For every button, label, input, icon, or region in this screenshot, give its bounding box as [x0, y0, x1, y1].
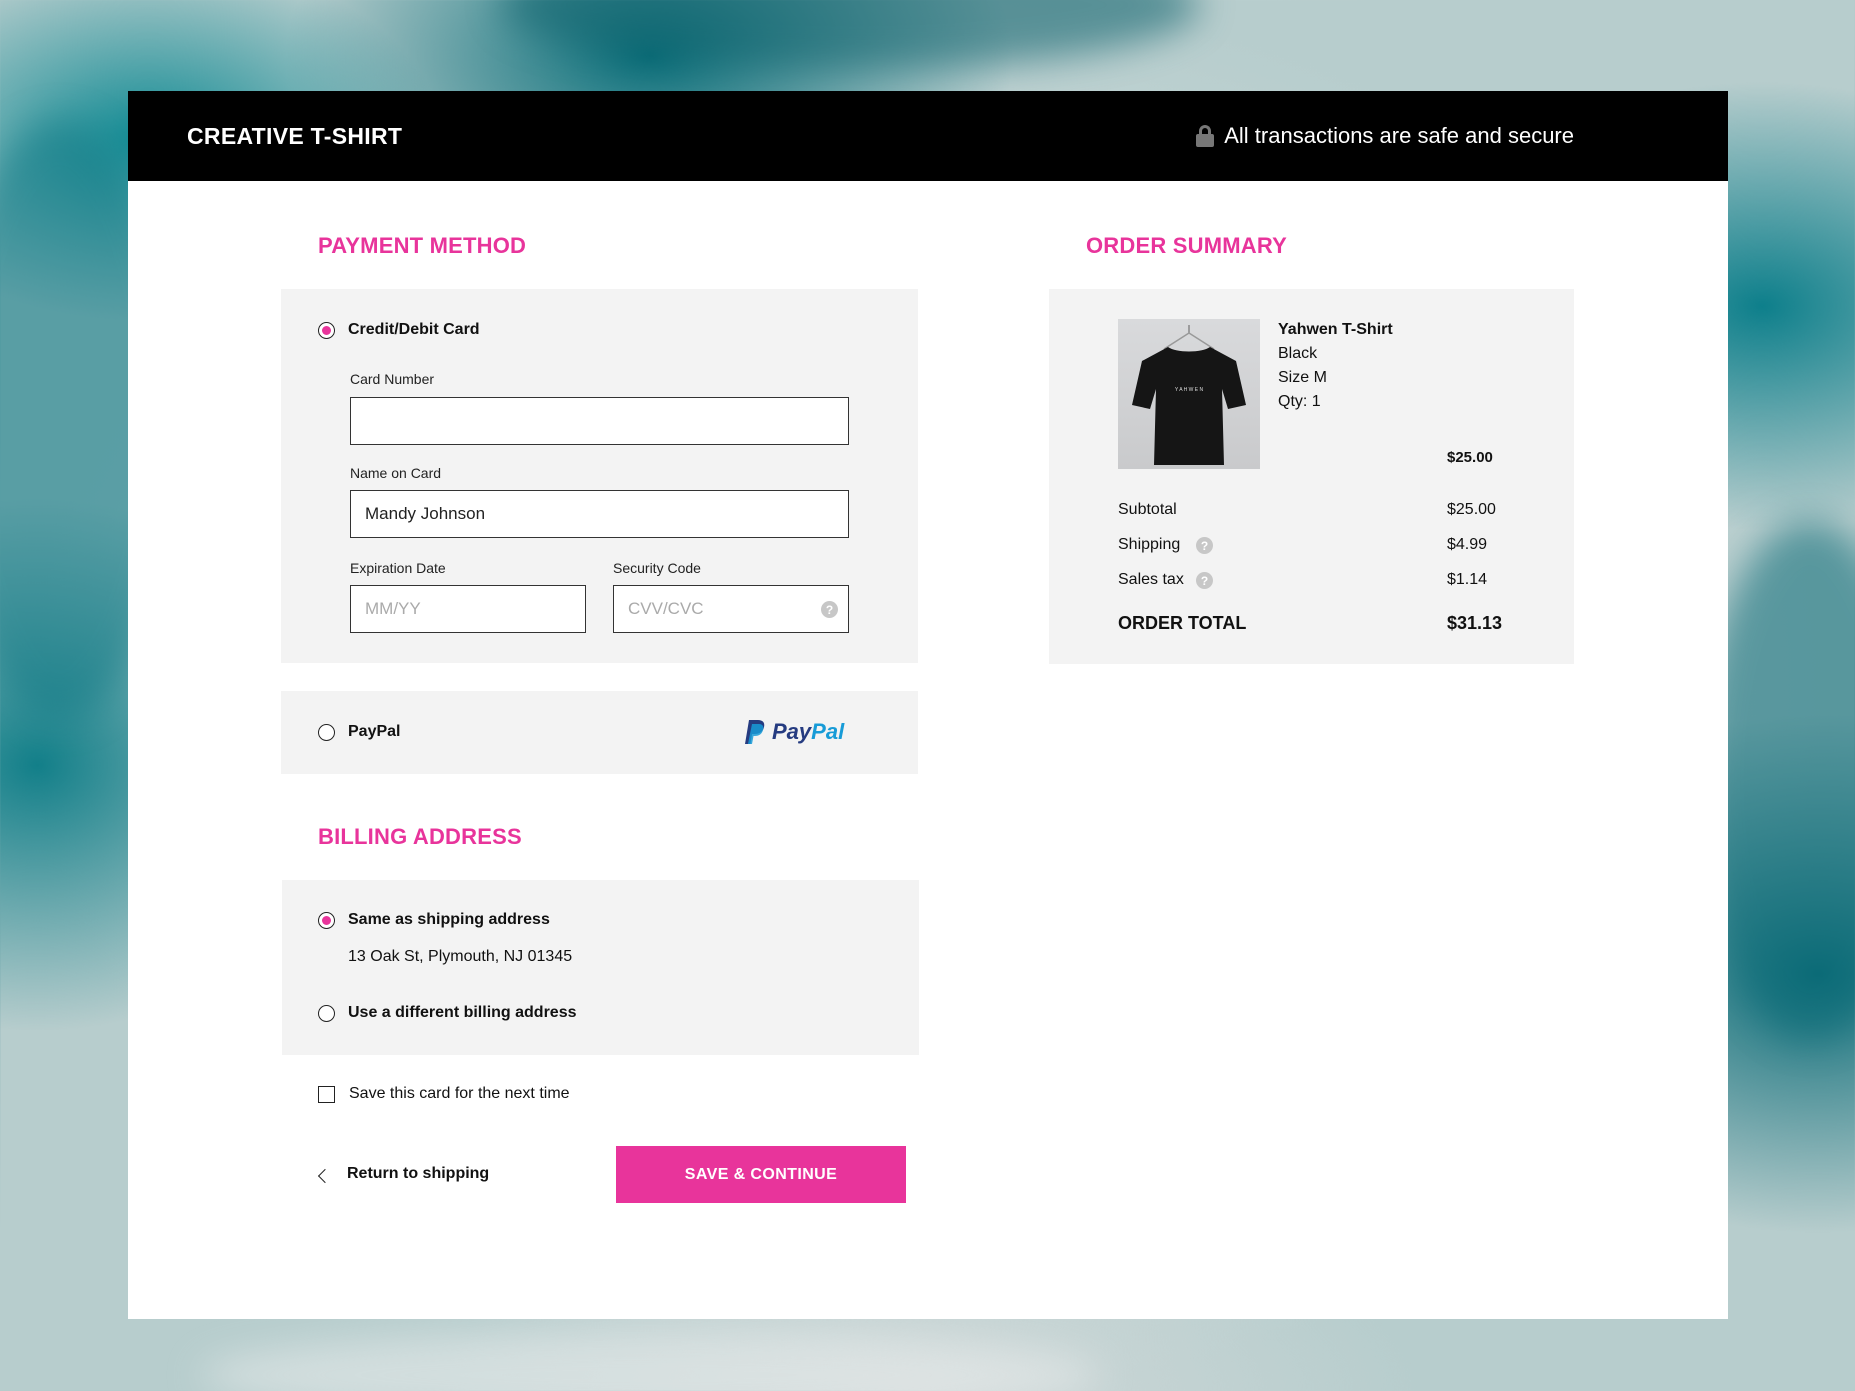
product-qty: Qty: 1 [1278, 393, 1321, 410]
product-color: Black [1278, 345, 1318, 362]
checkout-card: CREATIVE T-SHIRT All transactions are sa… [128, 91, 1728, 1319]
billing-address-panel: Same as shipping address 13 Oak St, Plym… [282, 880, 919, 1055]
same-as-shipping-label[interactable]: Same as shipping address [348, 911, 550, 929]
background-swirl [200, 1330, 1100, 1391]
sales-tax-value: $1.14 [1447, 571, 1488, 588]
card-option-radio[interactable] [318, 322, 335, 339]
svg-text:Y A H W E N: Y A H W E N [1175, 387, 1204, 393]
shipping-address-text: 13 Oak St, Plymouth, NJ 01345 [348, 948, 573, 965]
product-price: $25.00 [1447, 449, 1493, 466]
brand-logo[interactable]: CREATIVE T-SHIRT [187, 123, 402, 150]
return-to-shipping-link[interactable]: Return to shipping [347, 1165, 489, 1183]
paypal-logo: PayPal [744, 719, 844, 745]
secure-notice: All transactions are safe and secure [1196, 123, 1574, 149]
card-option-label[interactable]: Credit/Debit Card [348, 321, 480, 339]
order-summary-panel: Y A H W E N Yahwen T-Shirt Black Size M … [1049, 289, 1574, 664]
product-image[interactable]: Y A H W E N [1118, 319, 1260, 469]
paypal-option-radio[interactable] [318, 724, 335, 741]
paypal-p-icon [745, 720, 765, 744]
card-number-label: Card Number [350, 371, 435, 387]
shipping-help-icon[interactable]: ? [1196, 537, 1213, 554]
sales-tax-label: Sales tax [1118, 571, 1184, 588]
name-on-card-label: Name on Card [350, 465, 442, 481]
product-size: Size M [1278, 369, 1327, 386]
security-code-input[interactable]: CVV/CVC [613, 585, 849, 633]
different-billing-radio[interactable] [318, 1005, 335, 1022]
security-code-label: Security Code [613, 560, 701, 576]
card-option-panel: Credit/Debit Card Card Number Name on Ca… [281, 289, 918, 663]
tshirt-icon: Y A H W E N [1132, 325, 1246, 465]
product-name: Yahwen T-Shirt [1278, 321, 1393, 338]
security-code-help-icon[interactable]: ? [821, 601, 838, 618]
save-card-label[interactable]: Save this card for the next time [349, 1085, 570, 1103]
subtotal-label: Subtotal [1118, 501, 1177, 518]
expiration-date-input[interactable]: MM/YY [350, 585, 586, 633]
save-and-continue-button[interactable]: SAVE & CONTINUE [616, 1146, 906, 1203]
payment-method-title: PAYMENT METHOD [318, 233, 527, 258]
subtotal-value: $25.00 [1447, 501, 1496, 518]
save-card-checkbox[interactable] [318, 1086, 335, 1103]
paypal-option-panel: PayPal PayPal [281, 691, 918, 774]
chevron-left-icon[interactable] [317, 1168, 333, 1184]
order-summary-title: ORDER SUMMARY [1086, 233, 1288, 258]
top-bar: CREATIVE T-SHIRT All transactions are sa… [128, 91, 1728, 181]
paypal-option-label[interactable]: PayPal [348, 723, 400, 741]
different-billing-label[interactable]: Use a different billing address [348, 1004, 577, 1022]
expiration-date-label: Expiration Date [350, 560, 446, 576]
background-swirl [500, 0, 1200, 70]
shipping-value: $4.99 [1447, 536, 1488, 553]
lock-icon [1196, 125, 1215, 147]
paypal-wordmark: PayPal [772, 719, 845, 744]
order-total-value: $31.13 [1447, 613, 1503, 633]
shipping-label: Shipping [1118, 536, 1181, 553]
billing-address-title: BILLING ADDRESS [318, 824, 522, 849]
order-total-label: ORDER TOTAL [1118, 613, 1247, 633]
secure-text: All transactions are safe and secure [1224, 123, 1574, 148]
name-on-card-input[interactable]: Mandy Johnson [350, 490, 849, 538]
same-as-shipping-radio[interactable] [318, 912, 335, 929]
sales-tax-help-icon[interactable]: ? [1196, 572, 1213, 589]
card-number-input[interactable] [350, 397, 849, 445]
